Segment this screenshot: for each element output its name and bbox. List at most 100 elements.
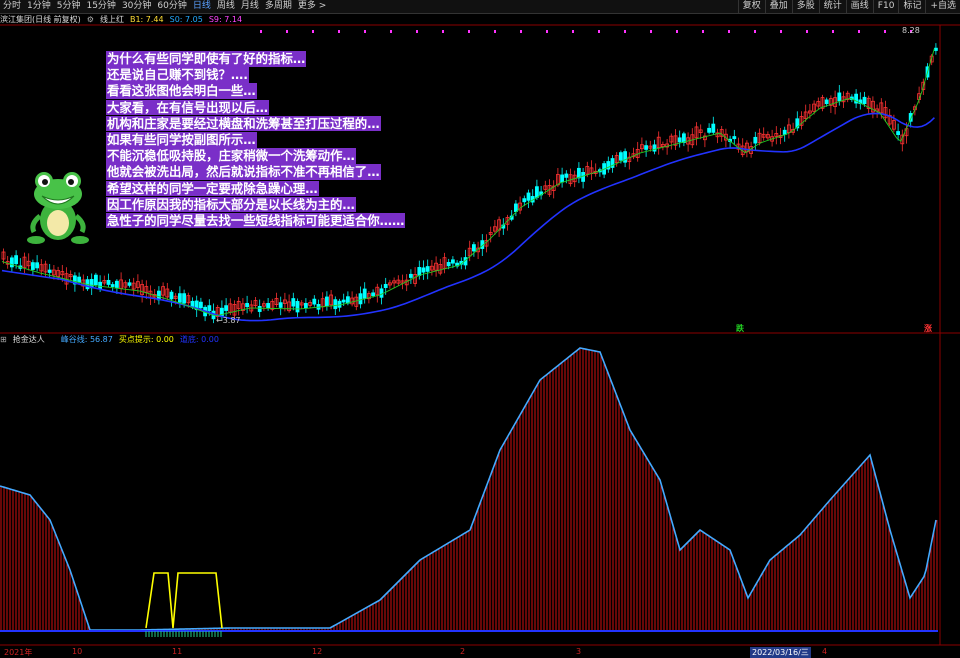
signal-marker <box>468 30 470 33</box>
candle <box>127 282 132 286</box>
candle <box>732 136 737 140</box>
date-label: 10 <box>72 647 83 656</box>
candle <box>417 267 422 276</box>
low-price-label: ←3.87 <box>216 316 241 325</box>
signal-marker <box>286 30 288 33</box>
candle <box>619 152 623 161</box>
candle <box>291 298 296 307</box>
candle <box>295 301 300 313</box>
candle <box>577 167 581 179</box>
candle <box>362 288 367 299</box>
signal-marker <box>754 30 756 33</box>
signal-marker <box>832 30 834 33</box>
candle <box>77 276 81 283</box>
candle <box>408 273 413 278</box>
message-line: 他就会被洗出局，然后就说指标不准不再相信了… <box>106 164 381 180</box>
date-label: 4 <box>822 647 828 656</box>
signal-marker <box>520 30 522 33</box>
date-label: 12 <box>312 647 323 656</box>
message-line: 不能沉稳低吸持股，庄家稍微一个洗筹动作… <box>106 148 356 164</box>
up-signal: 涨 <box>924 324 932 333</box>
message-line: 还是说自己赚不到钱？…. <box>106 67 250 83</box>
signal-marker <box>260 30 262 33</box>
candle <box>266 303 271 308</box>
candle <box>535 186 539 198</box>
candle <box>644 145 648 150</box>
message-line: 希望这样的同学一定要戒除急躁心理… <box>106 180 319 197</box>
candle <box>341 299 346 303</box>
candle <box>379 288 384 298</box>
signal-marker <box>572 30 574 33</box>
down-signal: 跌 <box>736 324 744 333</box>
candle <box>94 274 98 286</box>
signal-marker <box>390 30 392 33</box>
candle <box>383 284 388 289</box>
signal-marker <box>338 30 340 33</box>
candle <box>564 173 569 178</box>
date-label: 2022/03/16/三 <box>750 647 811 658</box>
candle <box>337 300 342 308</box>
candle <box>115 280 119 288</box>
message-line: 大家看，在有信号出现以后… <box>106 99 270 116</box>
high-price-label: 8.28 <box>902 26 920 35</box>
candle <box>450 259 455 264</box>
candle <box>896 131 900 135</box>
candle <box>9 257 14 268</box>
candle <box>47 269 52 273</box>
candle <box>14 255 19 265</box>
candle <box>35 262 39 269</box>
signal-marker <box>546 30 548 33</box>
candle <box>652 144 657 152</box>
candle <box>312 298 317 305</box>
candle <box>526 192 531 201</box>
candle <box>824 99 829 105</box>
candle <box>560 174 564 183</box>
candle <box>278 302 283 308</box>
signal-marker <box>780 30 782 33</box>
candle <box>257 306 262 312</box>
message-line: 为什么有些同学即使有了好的指标… <box>106 51 307 67</box>
candle <box>345 296 350 304</box>
frog-mascot-icon <box>27 172 89 244</box>
candle <box>358 293 363 305</box>
date-label: 2021年 <box>4 648 33 657</box>
signal-marker <box>884 30 886 33</box>
candle <box>862 96 867 105</box>
candle <box>324 296 329 307</box>
candle <box>522 198 527 203</box>
candle <box>581 172 585 182</box>
date-label: 3 <box>576 647 582 656</box>
candle <box>471 244 476 252</box>
candle <box>106 279 111 285</box>
signal-marker <box>858 30 860 33</box>
candle <box>245 302 250 308</box>
promo-message: 为什么有些同学即使有了好的指标… 还是说自己赚不到钱？…. 看看这张图他会明白一些…… <box>106 51 406 229</box>
message-line: 因工作原因我的指标大部分是以长线为主的… <box>106 196 356 213</box>
candle <box>707 127 711 133</box>
signal-marker <box>364 30 366 33</box>
candle <box>198 301 203 309</box>
signal-marker <box>598 30 600 33</box>
signal-marker <box>624 30 626 33</box>
candle <box>30 262 35 270</box>
signal-marker <box>702 30 704 33</box>
message-line: 机构和庄家是要经过横盘和洗筹甚至打压过程的… <box>106 115 381 132</box>
candle <box>782 129 787 135</box>
buy-signal-line <box>145 572 223 629</box>
signal-marker <box>416 30 418 33</box>
candle <box>371 292 376 297</box>
candle <box>207 305 212 312</box>
candle <box>677 137 682 143</box>
signal-marker <box>494 30 496 33</box>
candle <box>303 302 308 309</box>
candle <box>514 203 518 212</box>
date-label: 2 <box>460 647 466 656</box>
signal-marker <box>650 30 652 33</box>
candle <box>110 284 115 287</box>
message-line: 急性子的同学尽量去找一些短线指标可能更适合你…… <box>106 212 406 229</box>
signal-marker <box>312 30 314 33</box>
candle <box>934 47 938 51</box>
signal-marker <box>442 30 444 33</box>
candle <box>224 305 229 311</box>
signal-marker <box>728 30 730 33</box>
